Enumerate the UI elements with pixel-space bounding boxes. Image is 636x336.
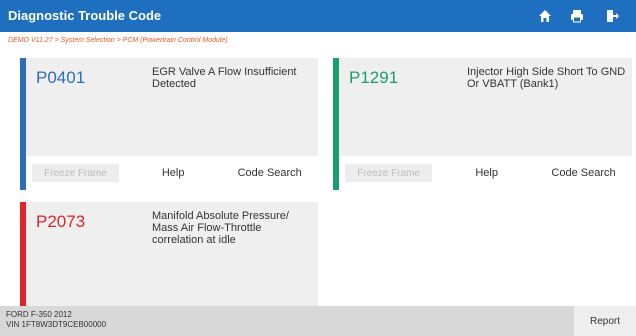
dtc-button-row: Freeze Frame Help Code Search [26,156,318,190]
report-button[interactable]: Report [574,306,636,336]
dtc-card: P1291 Injector High Side Short To GND Or… [333,58,632,190]
vehicle-model: FORD F-350 2012 [6,310,72,319]
dtc-code: P2073 [36,212,86,231]
vehicle-vin: VIN 1FT8W3DT9CEB00000 [6,320,107,329]
dtc-description: Manifold Absolute Pressure/ Mass Air Flo… [152,210,289,246]
dtc-description: EGR Valve A Flow Insufficient Detected [152,66,297,90]
help-button[interactable]: Help [438,156,535,190]
vehicle-info: FORD F-350 2012 VIN 1FT8W3DT9CEB00000 [6,310,106,330]
breadcrumb: DEMO V11.27 > System Selection > PCM (Po… [8,37,228,44]
dtc-stripe [20,202,26,306]
page-title: Diagnostic Trouble Code [8,8,162,23]
dtc-card: P0401 EGR Valve A Flow Insufficient Dete… [20,58,318,190]
freeze-frame-button[interactable]: Freeze Frame [32,164,119,182]
code-search-button[interactable]: Code Search [535,156,632,190]
dtc-card: P2073 Manifold Absolute Pressure/ Mass A… [20,202,318,306]
footer-bar: FORD F-350 2012 VIN 1FT8W3DT9CEB00000 Re… [0,306,636,336]
print-icon[interactable] [569,8,585,24]
header-bar: Diagnostic Trouble Code [0,0,636,32]
freeze-frame-button[interactable]: Freeze Frame [345,164,433,182]
exit-icon[interactable] [604,8,620,24]
home-icon[interactable] [537,8,553,24]
help-button[interactable]: Help [125,156,222,190]
dtc-code: P0401 [36,68,86,87]
dtc-code: P1291 [349,68,399,87]
code-search-button[interactable]: Code Search [221,156,318,190]
dtc-description: Injector High Side Short To GND Or VBATT… [467,66,626,90]
dtc-button-row: Freeze Frame Help Code Search [339,156,632,190]
